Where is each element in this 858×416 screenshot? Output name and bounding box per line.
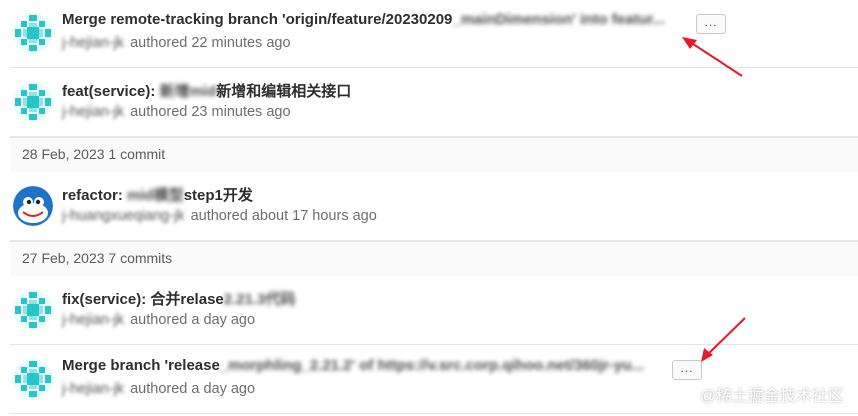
commit-title[interactable]: refactor: mid模型step1开发: [62, 184, 253, 205]
commit-title-tail[interactable]: step1开发: [184, 187, 253, 204]
author-link[interactable]: j-hejian-jk: [62, 381, 124, 397]
user-avatar[interactable]: [13, 13, 53, 53]
author-link[interactable]: j-hejian-jk: [62, 104, 124, 120]
commit-meta: j-huangxueqiang-jk authored about 17 hou…: [62, 208, 377, 224]
commit-title-text[interactable]: fix(service): 合并relase: [62, 291, 224, 308]
commit-meta: j-hejian-jk authored 22 minutes ago: [62, 35, 291, 51]
commit-row[interactable]: fix(service): 合并relase2.21.3代码 j-hejian-…: [10, 276, 858, 345]
commit-title[interactable]: Merge remote-tracking branch 'origin/fea…: [62, 11, 665, 28]
commit-title-obscured: 新增mid: [159, 83, 217, 100]
commit-meta: j-hejian-jk authored a day ago: [62, 312, 255, 328]
day-header: 28 Feb, 2023 1 commit: [10, 137, 858, 173]
commit-title-obscured: 2.21.3代码: [223, 291, 296, 308]
expand-message-button[interactable]: ...: [672, 360, 702, 380]
commit-title[interactable]: feat(service): 新增mid新增和编辑相关接口: [62, 80, 351, 101]
commit-time: authored about 17 hours ago: [190, 208, 377, 224]
commit-title[interactable]: fix(service): 合并relase2.21.3代码: [62, 288, 295, 309]
more-label: ...: [704, 15, 718, 29]
commit-title-text[interactable]: Merge branch 'release: [62, 357, 220, 374]
day-header-label: 28 Feb, 2023 1 commit: [22, 146, 166, 162]
commit-title-text[interactable]: feat(service):: [62, 83, 155, 100]
expand-message-button[interactable]: ...: [696, 14, 726, 34]
user-avatar[interactable]: [13, 290, 53, 330]
user-avatar[interactable]: [13, 186, 53, 226]
commit-time: authored a day ago: [130, 381, 256, 397]
author-link[interactable]: j-huangxueqiang-jk: [62, 208, 185, 224]
author-link[interactable]: j-hejian-jk: [62, 312, 124, 328]
commit-title-text[interactable]: Merge remote-tracking branch 'origin/fea…: [62, 11, 452, 28]
day-header-label: 27 Feb, 2023 7 commits: [22, 250, 173, 266]
commit-row[interactable]: refactor: mid模型step1开发 j-huangxueqiang-j…: [10, 172, 858, 241]
commit-time: authored a day ago: [130, 312, 256, 328]
watermark: @稀土掘金技术社区: [699, 388, 844, 405]
commit-meta: j-hejian-jk authored 23 minutes ago: [62, 104, 291, 120]
commit-title-obscured: mid模型: [127, 187, 184, 204]
commit-title-obscured: _mainDimension' into featur...: [452, 11, 666, 28]
commit-title-text[interactable]: refactor:: [62, 187, 123, 204]
author-link[interactable]: j-hejian-jk: [62, 35, 124, 51]
commit-title-obscured: _morphling_2.21.2' of https://v.src.corp…: [219, 357, 645, 374]
commit-title-tail[interactable]: 新增和编辑相关接口: [216, 83, 351, 100]
commit-time: authored 22 minutes ago: [130, 35, 291, 51]
user-avatar[interactable]: [13, 359, 53, 399]
commit-row[interactable]: Merge remote-tracking branch 'origin/fea…: [10, 0, 858, 68]
commit-time: authored 23 minutes ago: [130, 104, 291, 120]
commit-meta: j-hejian-jk authored a day ago: [62, 381, 255, 397]
user-avatar[interactable]: [13, 82, 53, 122]
commit-row[interactable]: feat(service): 新增mid新增和编辑相关接口 j-hejian-j…: [10, 68, 858, 137]
more-label: ...: [680, 361, 694, 375]
commit-title[interactable]: Merge branch 'release_morphling_2.21.2' …: [62, 357, 644, 374]
day-header: 27 Feb, 2023 7 commits: [10, 241, 858, 277]
